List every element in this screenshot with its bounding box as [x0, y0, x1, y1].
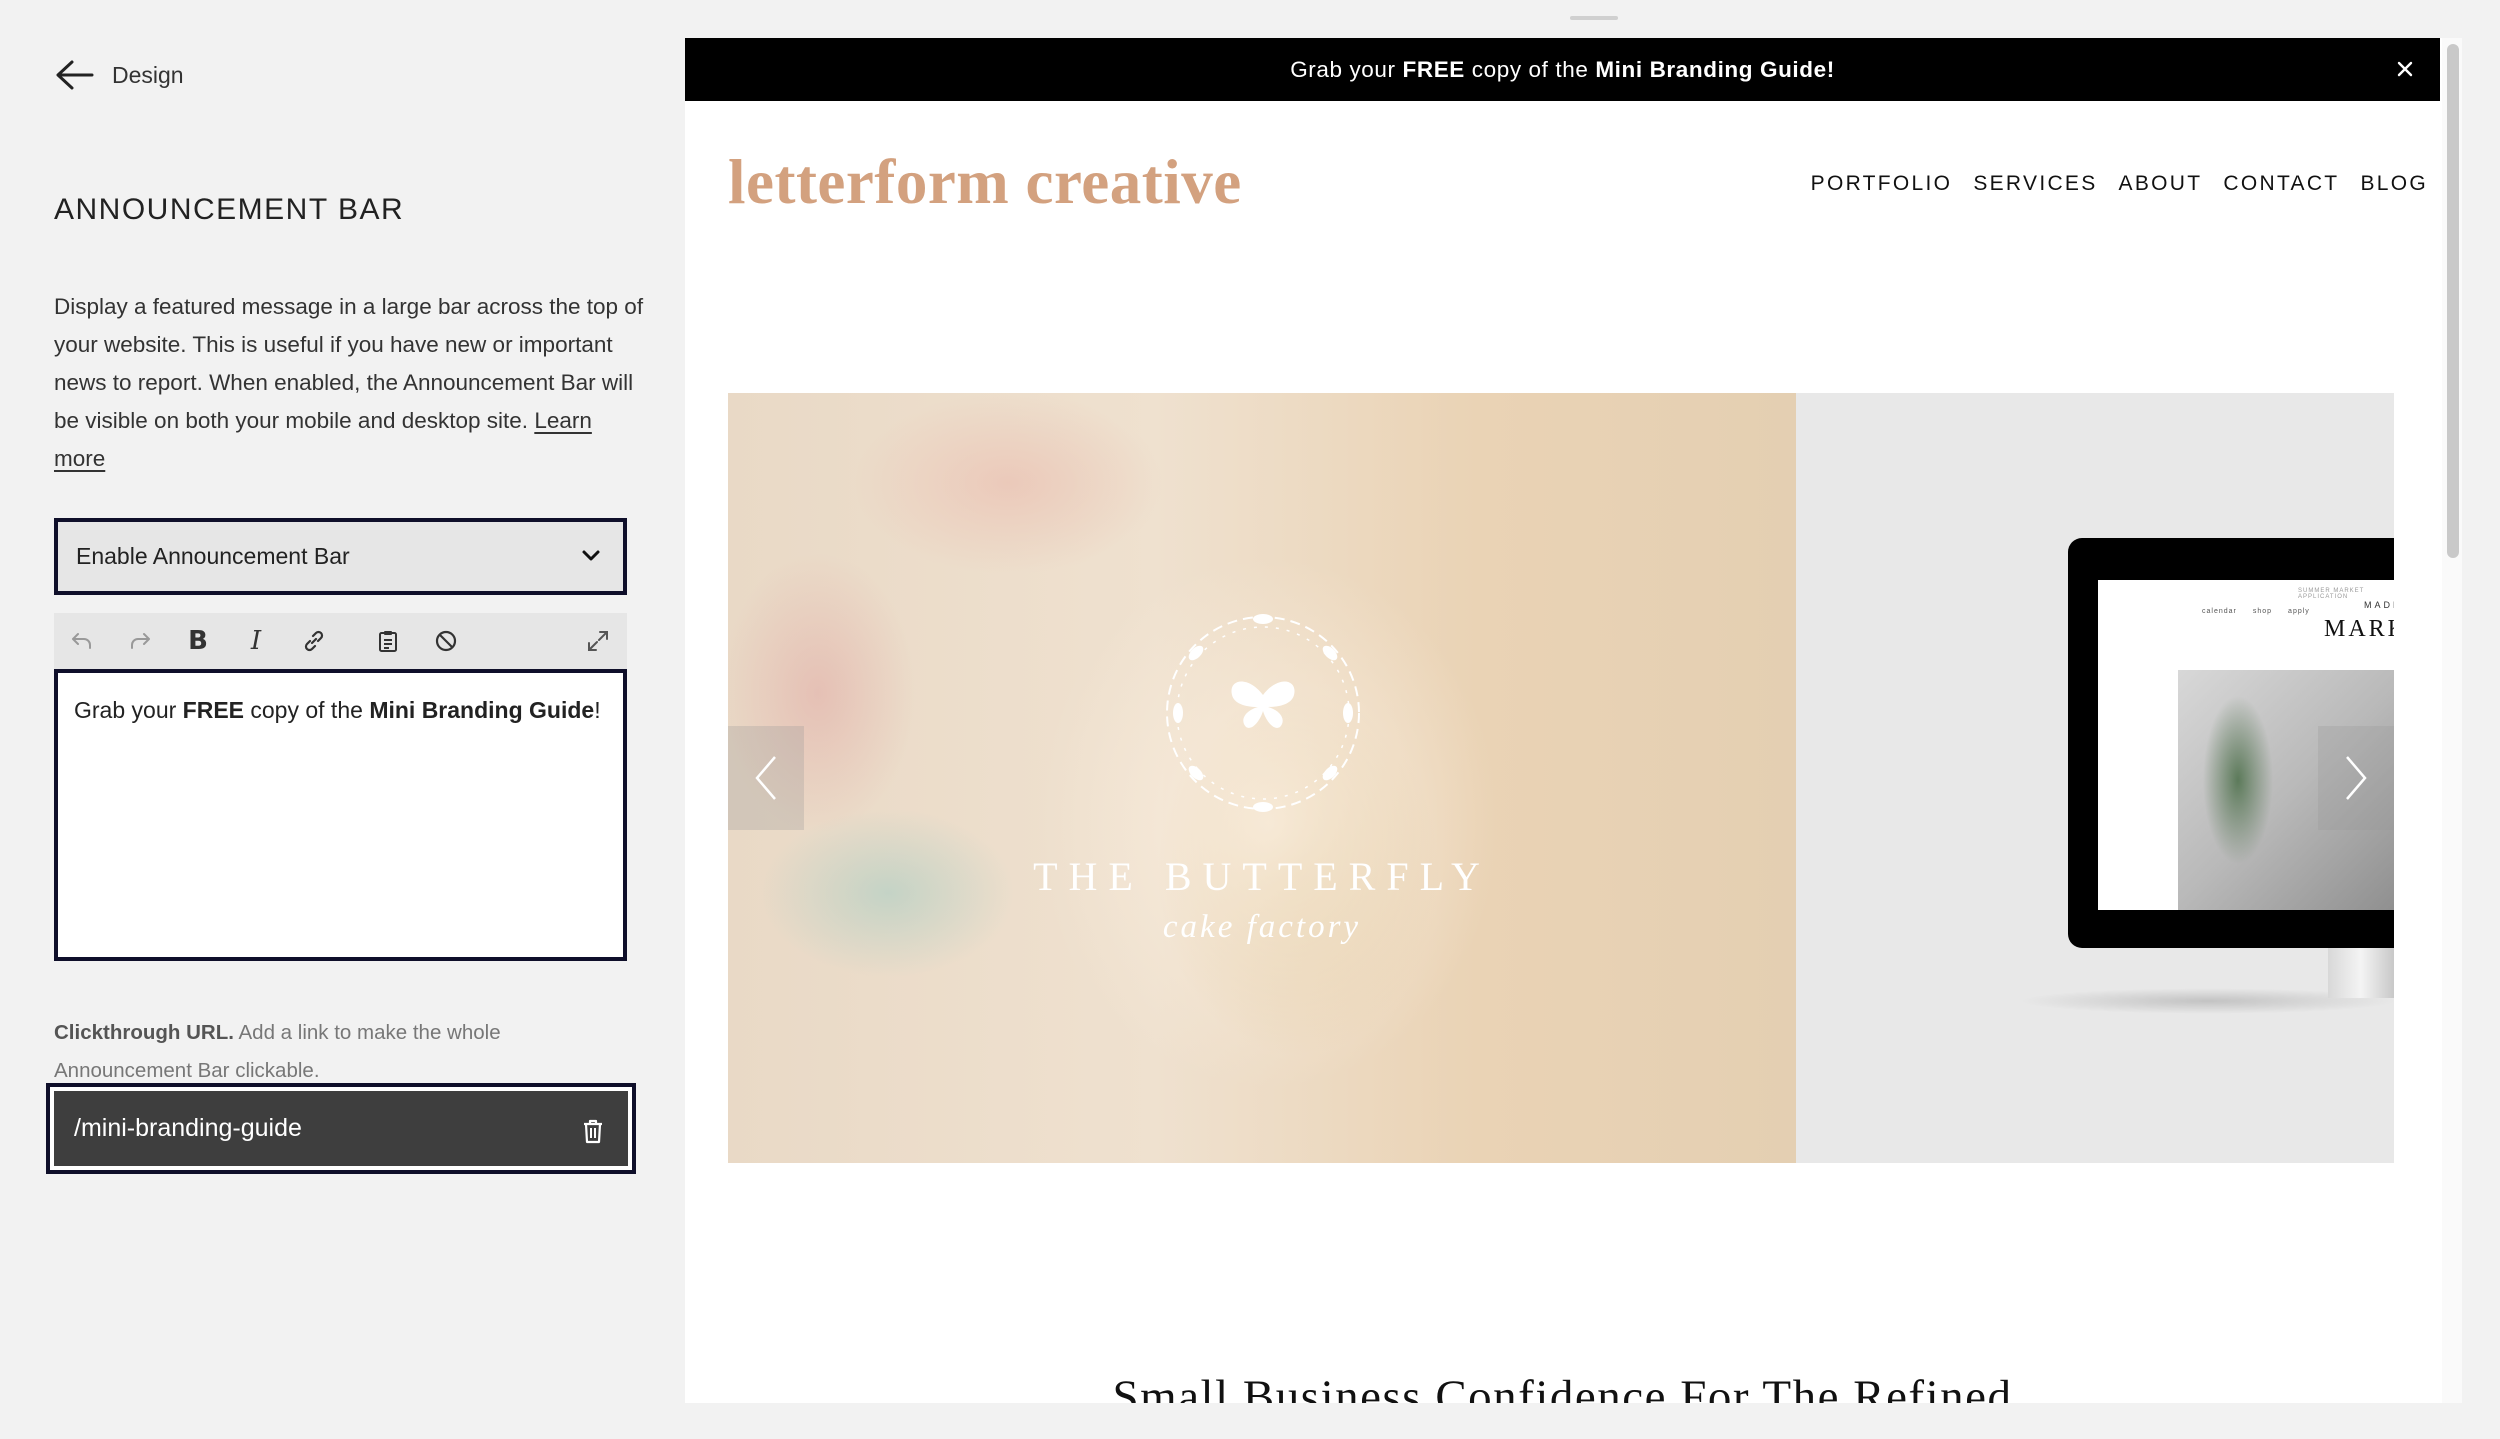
bold-icon: B	[188, 626, 208, 656]
mockup-nav: calendar shop apply	[2202, 608, 2310, 615]
announcement-text: copy of the	[1471, 56, 1589, 82]
slide-butterfly-cake: THE BUTTERFLY cake factory	[728, 393, 1796, 1163]
expand-icon	[588, 631, 608, 651]
clickthrough-help: Clickthrough URL. Add a link to make the…	[54, 1014, 614, 1090]
editor-text: Grab your	[74, 697, 183, 723]
link-icon	[304, 630, 324, 652]
mockup-made: MADE	[2364, 600, 2394, 610]
site-logo[interactable]: letterform creative	[728, 146, 1242, 219]
nav-item-about[interactable]: ABOUT	[2119, 172, 2203, 196]
preview-scroll-thumb[interactable]	[2447, 44, 2459, 558]
editor-toolbar: B I	[54, 613, 627, 669]
bold-button[interactable]: B	[184, 627, 212, 655]
italic-icon: I	[250, 626, 262, 656]
nav-item-blog[interactable]: BLOG	[2360, 172, 2428, 196]
chevron-left-icon	[755, 756, 776, 800]
link-button[interactable]	[300, 627, 328, 655]
editor-text: !	[594, 697, 601, 723]
clear-format-button[interactable]	[432, 627, 460, 655]
nav-item-contact[interactable]: CONTACT	[2223, 172, 2339, 196]
announcement-text: Grab your	[1290, 56, 1396, 82]
announcement-bar[interactable]: Grab your FREE copy of the Mini Branding…	[685, 38, 2440, 101]
clickthrough-label: Clickthrough URL.	[54, 1021, 234, 1044]
slider-next-button[interactable]	[2318, 726, 2394, 830]
announcement-bar-select[interactable]: Enable Announcement Bar	[54, 518, 627, 595]
back-button[interactable]: Design	[54, 58, 184, 92]
nav-item-portfolio[interactable]: PORTFOLIO	[1811, 172, 1953, 196]
close-icon[interactable]	[2394, 58, 2416, 80]
paste-text-button[interactable]	[374, 627, 402, 655]
undo-icon	[72, 633, 91, 649]
url-value: /mini-branding-guide	[74, 1114, 302, 1142]
slide-brand-title: THE BUTTERFLY	[1033, 854, 1491, 899]
announcement-bold-guide: Mini Branding Guide!	[1595, 56, 1835, 82]
mockup-mark: MARK	[2324, 616, 2394, 642]
site-preview: Grab your FREE copy of the Mini Branding…	[685, 38, 2462, 1403]
announcement-text-editor[interactable]: Grab your FREE copy of the Mini Branding…	[54, 669, 627, 961]
site-nav: PORTFOLIO SERVICES ABOUT CONTACT BLOG	[1811, 172, 2428, 196]
redo-icon	[131, 633, 150, 649]
back-label: Design	[112, 61, 184, 88]
arrow-left-icon	[56, 60, 94, 90]
monitor-stand	[2328, 948, 2394, 998]
select-value: Enable Announcement Bar	[76, 543, 350, 569]
chevron-right-icon	[2346, 756, 2367, 800]
clear-format-icon	[435, 630, 457, 652]
announcement-bold-free: FREE	[1402, 56, 1465, 82]
mockup-nav-item: apply	[2288, 608, 2310, 615]
editor-bold-guide: Mini Branding Guide	[369, 697, 595, 723]
panel-title: ANNOUNCEMENT BAR	[54, 193, 405, 226]
editor-bold-free: FREE	[182, 697, 244, 723]
page-headline: Small Business Confidence For The Refine…	[1112, 1371, 2013, 1403]
settings-panel: Design ANNOUNCEMENT BAR Display a featur…	[0, 0, 685, 1439]
paste-text-icon	[379, 631, 397, 652]
mockup-top-line: SUMMER MARKET APPLICATION	[2298, 588, 2365, 600]
chevron-down-icon	[582, 550, 600, 561]
redo-button[interactable]	[126, 627, 154, 655]
panel-description: Display a featured message in a large ba…	[54, 288, 644, 478]
butterfly-wreath-icon	[1166, 614, 1360, 812]
slider-prev-button[interactable]	[728, 726, 804, 830]
trash-icon[interactable]	[580, 1117, 606, 1145]
nav-item-services[interactable]: SERVICES	[1973, 172, 2097, 196]
expand-button[interactable]	[584, 627, 612, 655]
undo-button[interactable]	[68, 627, 96, 655]
mockup-nav-item: calendar	[2202, 608, 2237, 615]
drag-handle[interactable]	[1570, 16, 1618, 20]
slide-brand-subtitle: cake factory	[1162, 909, 1362, 945]
url-field-inner: /mini-branding-guide	[54, 1091, 628, 1166]
editor-text: copy of the	[244, 697, 370, 723]
mockup-nav-item: shop	[2252, 608, 2273, 615]
italic-button[interactable]: I	[242, 627, 270, 655]
clickthrough-url-field[interactable]: /mini-branding-guide	[46, 1083, 636, 1174]
portfolio-slider: THE BUTTERFLY cake factory SUMMER MARKET…	[728, 393, 2394, 1163]
